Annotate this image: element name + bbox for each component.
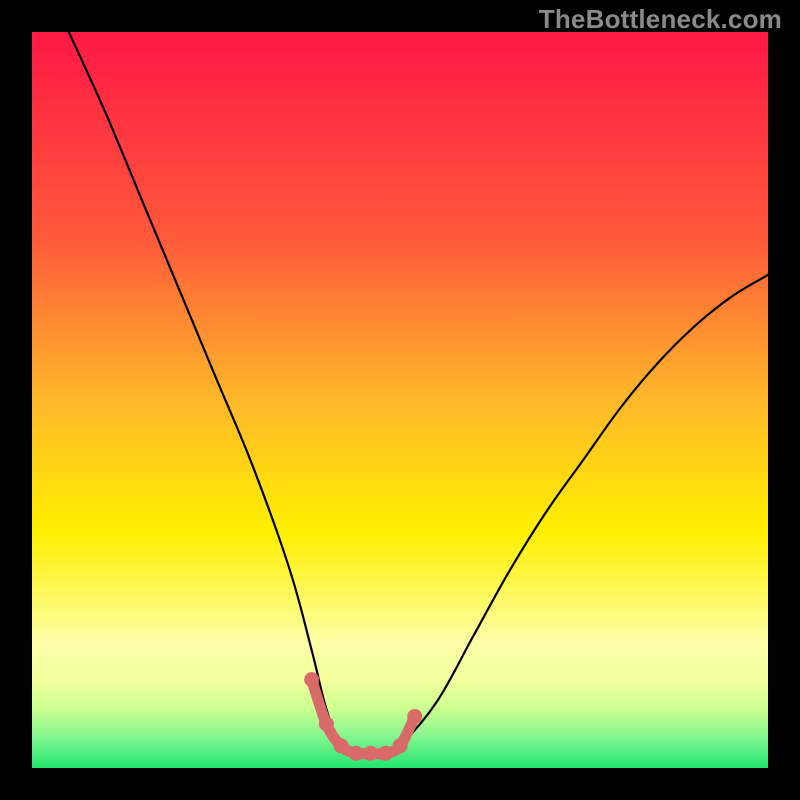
- valley-marker-dot: [304, 672, 319, 687]
- valley-marker-dot: [334, 738, 349, 753]
- chart-svg: [32, 32, 768, 768]
- valley-marker-dot: [319, 716, 334, 731]
- valley-marker-dot: [393, 738, 408, 753]
- valley-marker-dot: [378, 746, 393, 761]
- chart-frame: TheBottleneck.com: [0, 0, 800, 800]
- valley-marker-dot: [363, 746, 378, 761]
- valley-marker-dot: [407, 709, 422, 724]
- chart-plot-area: [32, 32, 768, 768]
- watermark-text: TheBottleneck.com: [539, 4, 782, 35]
- gradient-background: [32, 32, 768, 768]
- valley-marker-dot: [348, 746, 363, 761]
